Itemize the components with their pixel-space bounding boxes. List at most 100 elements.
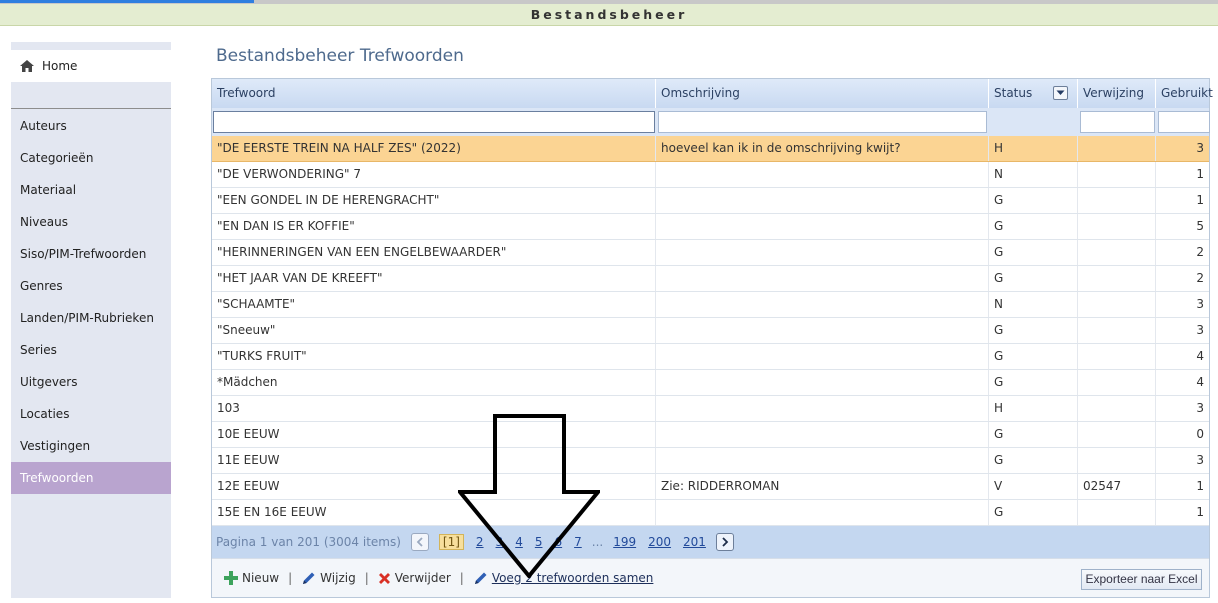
table-row[interactable]: "TURKS FRUIT" G 4 <box>212 344 1209 370</box>
table-row[interactable]: *Mädchen G 4 <box>212 370 1209 396</box>
cell-gebruikt: 1 <box>1196 479 1204 493</box>
sidebar-item-landen-pim-rubrieken[interactable]: Landen/PIM-Rubrieken <box>11 302 171 334</box>
new-label: Nieuw <box>242 571 280 585</box>
filter-trefwoord-input[interactable] <box>213 111 655 133</box>
cell-verwijzing <box>1078 370 1156 395</box>
col-header-status[interactable]: Status <box>989 79 1078 108</box>
edit-button[interactable]: Wijzig <box>301 571 356 586</box>
cell-omschrijving <box>656 448 989 473</box>
table-row[interactable]: "HET JAAR VAN DE KREEFT" G 2 <box>212 266 1209 292</box>
new-button[interactable]: Nieuw <box>224 571 279 585</box>
col-header-verwijzing[interactable]: Verwijzing <box>1078 79 1156 108</box>
cell-omschrijving <box>656 396 989 421</box>
toolbar-separator: | <box>364 571 369 585</box>
sidebar-item-categorie-n[interactable]: Categorieën <box>11 142 171 174</box>
filter-row <box>212 108 1210 136</box>
cell-gebruikt: 3 <box>1196 141 1204 155</box>
cell-omschrijving <box>656 500 989 525</box>
cell-verwijzing <box>1078 422 1156 447</box>
table-row[interactable]: "DE EERSTE TREIN NA HALF ZES" (2022) hoev… <box>212 136 1209 162</box>
col-header-status-label: Status <box>994 86 1033 100</box>
table-row[interactable]: 15E EN 16E EEUW G 1 <box>212 500 1209 526</box>
pager-prev-button[interactable] <box>410 533 429 551</box>
grid-toolbar: Nieuw | Wijzig | Verwijder | Voeg 2 tref… <box>212 558 1209 597</box>
table-row[interactable]: "EEN GONDEL IN DE HERENGRACHT" G 1 <box>212 188 1209 214</box>
sidebar-item-auteurs[interactable]: Auteurs <box>11 110 171 142</box>
cell-omschrijving <box>656 422 989 447</box>
sidebar-item-series[interactable]: Series <box>11 334 171 366</box>
sidebar-item-genres[interactable]: Genres <box>11 270 171 302</box>
cell-verwijzing <box>1078 396 1156 421</box>
home-label: Home <box>42 59 78 73</box>
cell-gebruikt: 3 <box>1196 401 1204 415</box>
col-header-omschrijving[interactable]: Omschrijving <box>656 79 989 108</box>
sidebar-item-siso-pim-trefwoorden[interactable]: Siso/PIM-Trefwoorden <box>11 238 171 270</box>
table-row[interactable]: 10E EEUW G 0 <box>212 422 1209 448</box>
cell-trefwoord: "EN DAN IS ER KOFFIE" <box>212 214 656 239</box>
down-arrow-icon <box>458 414 600 578</box>
cell-gebruikt: 4 <box>1196 375 1204 389</box>
cell-gebruikt: 3 <box>1196 453 1204 467</box>
cell-verwijzing <box>1078 214 1156 239</box>
filter-omschrijving-input[interactable] <box>658 111 987 133</box>
toolbar-separator: | <box>288 571 293 585</box>
table-row[interactable]: "EN DAN IS ER KOFFIE" G 5 <box>212 214 1209 240</box>
table-row[interactable]: 11E EEUW G 3 <box>212 448 1209 474</box>
cell-omschrijving <box>656 162 989 187</box>
cell-trefwoord: "HERINNERINGEN VAN EEN ENGELBEWAARDER" <box>212 240 656 265</box>
col-header-trefwoord[interactable]: Trefwoord <box>212 79 656 108</box>
filter-verwijzing-input[interactable] <box>1080 111 1155 133</box>
cell-trefwoord: "DE EERSTE TREIN NA HALF ZES" (2022) <box>212 136 656 161</box>
cell-gebruikt: 2 <box>1196 245 1204 259</box>
cell-status: H <box>989 136 1078 161</box>
pager-info: Pagina 1 van 201 (3004 items) <box>216 535 401 549</box>
sidebar-item-uitgevers[interactable]: Uitgevers <box>11 366 171 398</box>
edit-label: Wijzig <box>320 571 356 585</box>
delete-button[interactable]: Verwijder <box>378 571 451 585</box>
sidebar-divider <box>11 108 171 109</box>
cell-gebruikt: 1 <box>1196 193 1204 207</box>
cell-omschrijving <box>656 370 989 395</box>
cell-omschrijving <box>656 188 989 213</box>
trefwoorden-grid: Trefwoord Omschrijving Status Verwijzing… <box>211 78 1213 598</box>
sidebar-item-locaties[interactable]: Locaties <box>11 398 171 430</box>
sidebar-item-materiaal[interactable]: Materiaal <box>11 174 171 206</box>
pager-page[interactable]: 199 <box>613 535 636 549</box>
x-icon <box>378 572 390 584</box>
table-row[interactable]: "Sneeuw" G 3 <box>212 318 1209 344</box>
sidebar-home[interactable]: Home <box>11 50 171 82</box>
grid-header: Trefwoord Omschrijving Status Verwijzing… <box>212 79 1213 108</box>
sidebar-item-niveaus[interactable]: Niveaus <box>11 206 171 238</box>
col-header-gebruikt[interactable]: Gebruikt <box>1156 79 1213 108</box>
app-title-bar: Bestandsbeheer <box>0 4 1218 26</box>
cell-trefwoord: "TURKS FRUIT" <box>212 344 656 369</box>
pager: Pagina 1 van 201 (3004 items) [1] 2 3 4 5 6 7.… <box>212 526 1209 558</box>
page-title: Bestandsbeheer Trefwoorden <box>216 46 464 66</box>
cell-omschrijving: Zie: RIDDERROMAN <box>656 474 989 499</box>
sidebar-nav: Auteurs Categorieën Materiaal Niveaus Siso/P… <box>11 110 171 494</box>
dropdown-filter-icon[interactable] <box>1053 86 1068 100</box>
table-row[interactable]: "HERINNERINGEN VAN EEN ENGELBEWAARDER" G 2 <box>212 240 1209 266</box>
cell-omschrijving <box>656 344 989 369</box>
export-excel-button[interactable]: Exporteer naar Excel <box>1081 569 1202 590</box>
filter-gebruikt-input[interactable] <box>1158 111 1210 133</box>
cell-status: G <box>989 188 1078 213</box>
cell-verwijzing <box>1078 162 1156 187</box>
cell-status: V <box>989 474 1078 499</box>
sidebar-item-trefwoorden[interactable]: Trefwoorden <box>11 462 171 494</box>
table-row[interactable]: 103 H 3 <box>212 396 1209 422</box>
pager-next-button[interactable] <box>715 533 734 551</box>
cell-trefwoord: *Mädchen <box>212 370 656 395</box>
table-row[interactable]: "DE VERWONDERING" 7 N 1 <box>212 162 1209 188</box>
cell-status: G <box>989 370 1078 395</box>
cell-status: G <box>989 214 1078 239</box>
sidebar-item-vestigingen[interactable]: Vestigingen <box>11 430 171 462</box>
cell-verwijzing <box>1078 448 1156 473</box>
pager-page[interactable]: 201 <box>683 535 706 549</box>
table-row[interactable]: 12E EEUW Zie: RIDDERROMAN V 02547 1 <box>212 474 1209 500</box>
cell-status: N <box>989 162 1078 187</box>
cell-gebruikt: 0 <box>1196 427 1204 441</box>
cell-omschrijving <box>656 240 989 265</box>
table-row[interactable]: "SCHAAMTE" N 3 <box>212 292 1209 318</box>
pager-page[interactable]: 200 <box>648 535 671 549</box>
